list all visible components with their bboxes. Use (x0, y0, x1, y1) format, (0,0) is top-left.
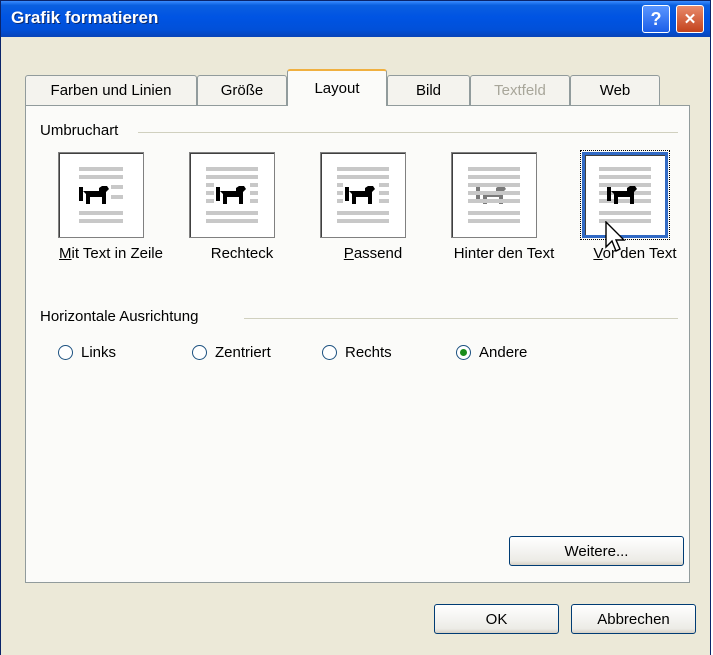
close-button[interactable]: ✕ (676, 5, 704, 33)
radio-button[interactable] (322, 345, 337, 360)
wrap-group-label: Umbruchart (40, 122, 119, 139)
tab-label: Textfeld (494, 82, 546, 99)
more-button[interactable]: Weitere... (509, 536, 684, 566)
wrap-label-behind: Hinter den Text (453, 245, 555, 262)
wrap-label-inline: Mit Text in Zeile (59, 245, 163, 262)
radio-button[interactable] (58, 345, 73, 360)
radio-label: Andere (479, 344, 528, 361)
radio-label: Rechts (345, 344, 392, 361)
radio-label: Links (81, 344, 117, 361)
tab-web[interactable]: Web (570, 75, 660, 105)
radio-button[interactable] (456, 345, 471, 360)
inline-dog-icon (58, 152, 144, 238)
radio-zentriert[interactable]: Zentriert (192, 344, 271, 361)
tab-label: Web (599, 82, 631, 99)
behind-text-dog-icon (451, 152, 537, 238)
wrap-label-in-front: Vor den Text (593, 245, 677, 262)
tab-label: Größe (220, 82, 264, 99)
tab-label: Layout (314, 80, 360, 97)
align-group-label: Horizontale Ausrichtung (40, 308, 199, 325)
layout-panel: Umbruchart Mit Text in Zeile Rechteck Pa… (25, 105, 690, 583)
tight-wrap-dog-icon (320, 152, 406, 238)
tab-layout[interactable]: Layout (287, 69, 387, 106)
group-divider (244, 318, 678, 319)
tab-groesse[interactable]: Größe (197, 75, 287, 105)
tab-farben-und-linien[interactable]: Farben und Linien (25, 75, 197, 105)
wrap-label-tight: Passend (343, 245, 403, 262)
radio-label: Zentriert (215, 344, 271, 361)
tab-label: Farben und Linien (50, 82, 172, 99)
tab-bild[interactable]: Bild (387, 75, 470, 105)
ok-button[interactable]: OK (434, 604, 559, 634)
help-button[interactable]: ? (642, 5, 670, 33)
radio-andere[interactable]: Andere (456, 344, 527, 361)
radio-rechts[interactable]: Rechts (322, 344, 392, 361)
tab-textfeld: Textfeld (470, 75, 570, 105)
tab-label: Bild (415, 82, 441, 99)
mouse-cursor-icon (605, 221, 626, 252)
window-title: Grafik formatieren (11, 8, 159, 27)
group-divider (138, 132, 678, 133)
square-wrap-dog-icon (189, 152, 275, 238)
radio-links[interactable]: Links (58, 344, 116, 361)
dialog-window: Grafik formatieren ? ✕ Farben und Linien… (0, 0, 711, 655)
radio-button[interactable] (192, 345, 207, 360)
wrap-label-square: Rechteck (210, 245, 274, 262)
cancel-button[interactable]: Abbrechen (571, 604, 696, 634)
title-bar[interactable]: Grafik formatieren ? ✕ (1, 1, 710, 37)
